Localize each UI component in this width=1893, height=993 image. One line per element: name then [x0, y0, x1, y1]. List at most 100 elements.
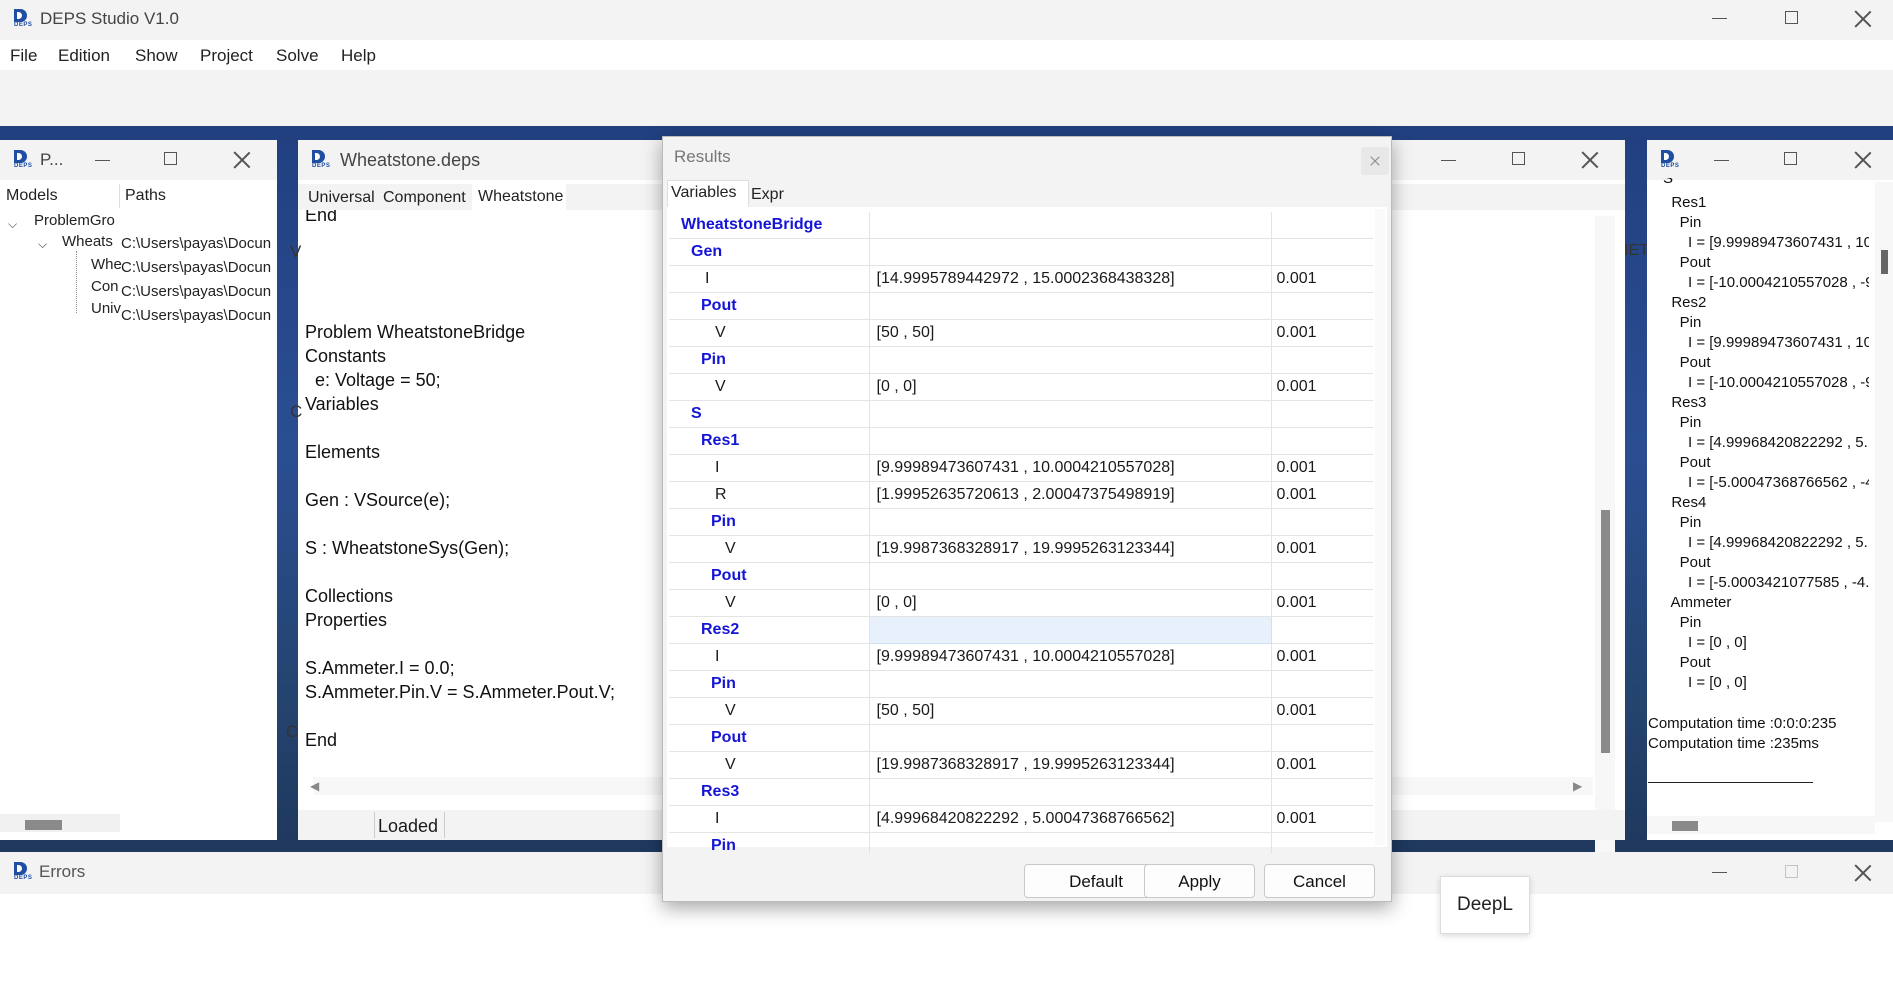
- results-close-button[interactable]: [1361, 147, 1389, 175]
- result-row[interactable]: V [0 , 0] 0.001: [669, 589, 1373, 617]
- minimize-icon[interactable]: [1714, 160, 1729, 161]
- result-row[interactable]: I [4.99968420822292 , 5.00047368766562] 0.…: [669, 805, 1373, 833]
- close-icon[interactable]: [1581, 151, 1599, 169]
- result-variable-name[interactable]: V: [669, 319, 870, 347]
- result-tolerance[interactable]: 0.001: [1271, 319, 1373, 347]
- tree-node-whe[interactable]: Whe: [91, 256, 122, 273]
- result-group-name[interactable]: Res3: [669, 778, 870, 806]
- tab-wheatstone[interactable]: Wheatstone: [478, 188, 563, 206]
- result-group-name[interactable]: Gen: [669, 238, 870, 266]
- result-group-name[interactable]: Pout: [669, 562, 870, 590]
- result-value[interactable]: [14.9995789442972 , 15.0002368438328]: [869, 265, 1272, 293]
- result-variable-name[interactable]: V: [669, 535, 870, 563]
- maximize-icon[interactable]: [1784, 152, 1797, 165]
- code-line[interactable]: Elements: [305, 442, 380, 463]
- minimize-icon[interactable]: [95, 160, 110, 161]
- result-value[interactable]: [869, 238, 1272, 266]
- result-group-name[interactable]: Pout: [669, 724, 870, 752]
- code-line[interactable]: Variables: [305, 394, 379, 415]
- result-variable-name[interactable]: I: [669, 454, 870, 482]
- result-value[interactable]: [0 , 0]: [869, 589, 1272, 617]
- code-line[interactable]: Gen : VSource(e);: [305, 490, 450, 511]
- code-line[interactable]: S.Ammeter.I = 0.0;: [305, 658, 455, 679]
- result-value[interactable]: [9.99989473607431 , 10.0004210557028]: [869, 643, 1272, 671]
- result-row[interactable]: Res3: [669, 778, 1373, 806]
- result-value[interactable]: [0 , 0]: [869, 373, 1272, 401]
- result-group-name[interactable]: Pout: [669, 292, 870, 320]
- tab-component[interactable]: Component: [383, 189, 466, 207]
- scroll-right-icon[interactable]: ▶: [1573, 779, 1582, 793]
- result-value[interactable]: [869, 562, 1272, 590]
- result-value[interactable]: [868, 616, 1272, 644]
- menu-edition[interactable]: Edition: [58, 46, 110, 66]
- result-variable-name[interactable]: I: [669, 265, 870, 293]
- result-tolerance[interactable]: 0.001: [1271, 643, 1373, 671]
- result-tolerance[interactable]: 0.001: [1271, 454, 1373, 482]
- result-variable-name[interactable]: V: [669, 373, 870, 401]
- maximize-icon[interactable]: [1785, 865, 1798, 878]
- result-row[interactable]: Gen: [669, 238, 1373, 266]
- tree-node-con[interactable]: Con: [91, 278, 119, 295]
- result-tolerance[interactable]: [1271, 724, 1373, 752]
- result-variable-name[interactable]: I: [669, 805, 870, 833]
- code-line[interactable]: End: [305, 730, 337, 751]
- maximize-icon[interactable]: [164, 152, 177, 165]
- scrollbar-thumb[interactable]: [1672, 821, 1698, 831]
- cancel-button[interactable]: Cancel: [1264, 864, 1375, 898]
- result-variable-name[interactable]: V: [669, 589, 870, 617]
- result-variable-name[interactable]: V: [669, 751, 870, 779]
- maximize-icon[interactable]: [1785, 11, 1798, 24]
- tree-node-wheatstone[interactable]: Wheats: [62, 233, 113, 250]
- code-line[interactable]: Collections: [305, 586, 393, 607]
- minimize-icon[interactable]: [1441, 160, 1456, 161]
- result-row[interactable]: R [1.99952635720613 , 2.00047375498919] 0.…: [669, 481, 1373, 509]
- result-row[interactable]: I [9.99989473607431 , 10.0004210557028] 0.…: [669, 454, 1373, 482]
- result-value[interactable]: [869, 346, 1272, 374]
- result-tolerance[interactable]: 0.001: [1271, 265, 1373, 293]
- result-tolerance[interactable]: 0.001: [1271, 805, 1373, 833]
- close-icon[interactable]: [1854, 10, 1872, 28]
- apply-button[interactable]: Apply: [1144, 864, 1255, 898]
- tab-paths[interactable]: Paths: [125, 187, 166, 205]
- scrollbar-thumb[interactable]: [1601, 510, 1610, 753]
- minimize-icon[interactable]: [1712, 872, 1727, 873]
- result-row[interactable]: Pin: [669, 346, 1373, 374]
- result-group-name[interactable]: Res2: [669, 616, 870, 644]
- code-line[interactable]: Problem WheatstoneBridge: [305, 322, 525, 343]
- scroll-left-icon[interactable]: ◀: [310, 779, 319, 793]
- result-row[interactable]: Pin: [669, 670, 1373, 698]
- result-group-name[interactable]: Pin: [669, 508, 870, 536]
- result-value[interactable]: [50 , 50]: [869, 697, 1272, 725]
- result-row[interactable]: Pin: [669, 508, 1373, 536]
- close-icon[interactable]: [1854, 864, 1872, 882]
- result-value[interactable]: [869, 292, 1272, 320]
- vertical-scrollbar[interactable]: [1375, 209, 1385, 845]
- result-tolerance[interactable]: 0.001: [1271, 535, 1373, 563]
- result-row[interactable]: Res2: [669, 616, 1373, 644]
- result-value[interactable]: [1.99952635720613 , 2.00047375498919]: [869, 481, 1272, 509]
- tab-universal[interactable]: Universal: [308, 189, 375, 207]
- result-value[interactable]: [9.99989473607431 , 10.0004210557028]: [869, 454, 1272, 482]
- result-value[interactable]: [869, 670, 1272, 698]
- result-tolerance[interactable]: [1271, 832, 1373, 854]
- result-row[interactable]: V [50 , 50] 0.001: [669, 319, 1373, 347]
- result-group-name[interactable]: Pin: [669, 346, 870, 374]
- tab-variables[interactable]: Variables: [671, 184, 737, 202]
- result-row[interactable]: Pin: [669, 832, 1373, 854]
- result-tolerance[interactable]: 0.001: [1271, 697, 1373, 725]
- result-row[interactable]: V [0 , 0] 0.001: [669, 373, 1373, 401]
- code-line[interactable]: S.Ammeter.Pin.V = S.Ammeter.Pout.V;: [305, 682, 615, 703]
- result-tolerance[interactable]: [1271, 778, 1373, 806]
- result-tolerance[interactable]: [1271, 212, 1373, 239]
- result-value[interactable]: [19.9987368328917 , 19.9995263123344]: [869, 535, 1272, 563]
- result-value[interactable]: [869, 400, 1272, 428]
- result-group-name[interactable]: Pin: [669, 832, 870, 854]
- vertical-scrollbar[interactable]: [1875, 182, 1893, 822]
- menu-file[interactable]: File: [10, 46, 37, 66]
- menu-help[interactable]: Help: [341, 46, 376, 66]
- scrollbar-thumb[interactable]: [25, 820, 62, 830]
- result-value[interactable]: [869, 832, 1272, 854]
- tree-node-univ[interactable]: Univ: [91, 300, 121, 317]
- menu-project[interactable]: Project: [200, 46, 253, 66]
- result-variable-name[interactable]: R: [669, 481, 870, 509]
